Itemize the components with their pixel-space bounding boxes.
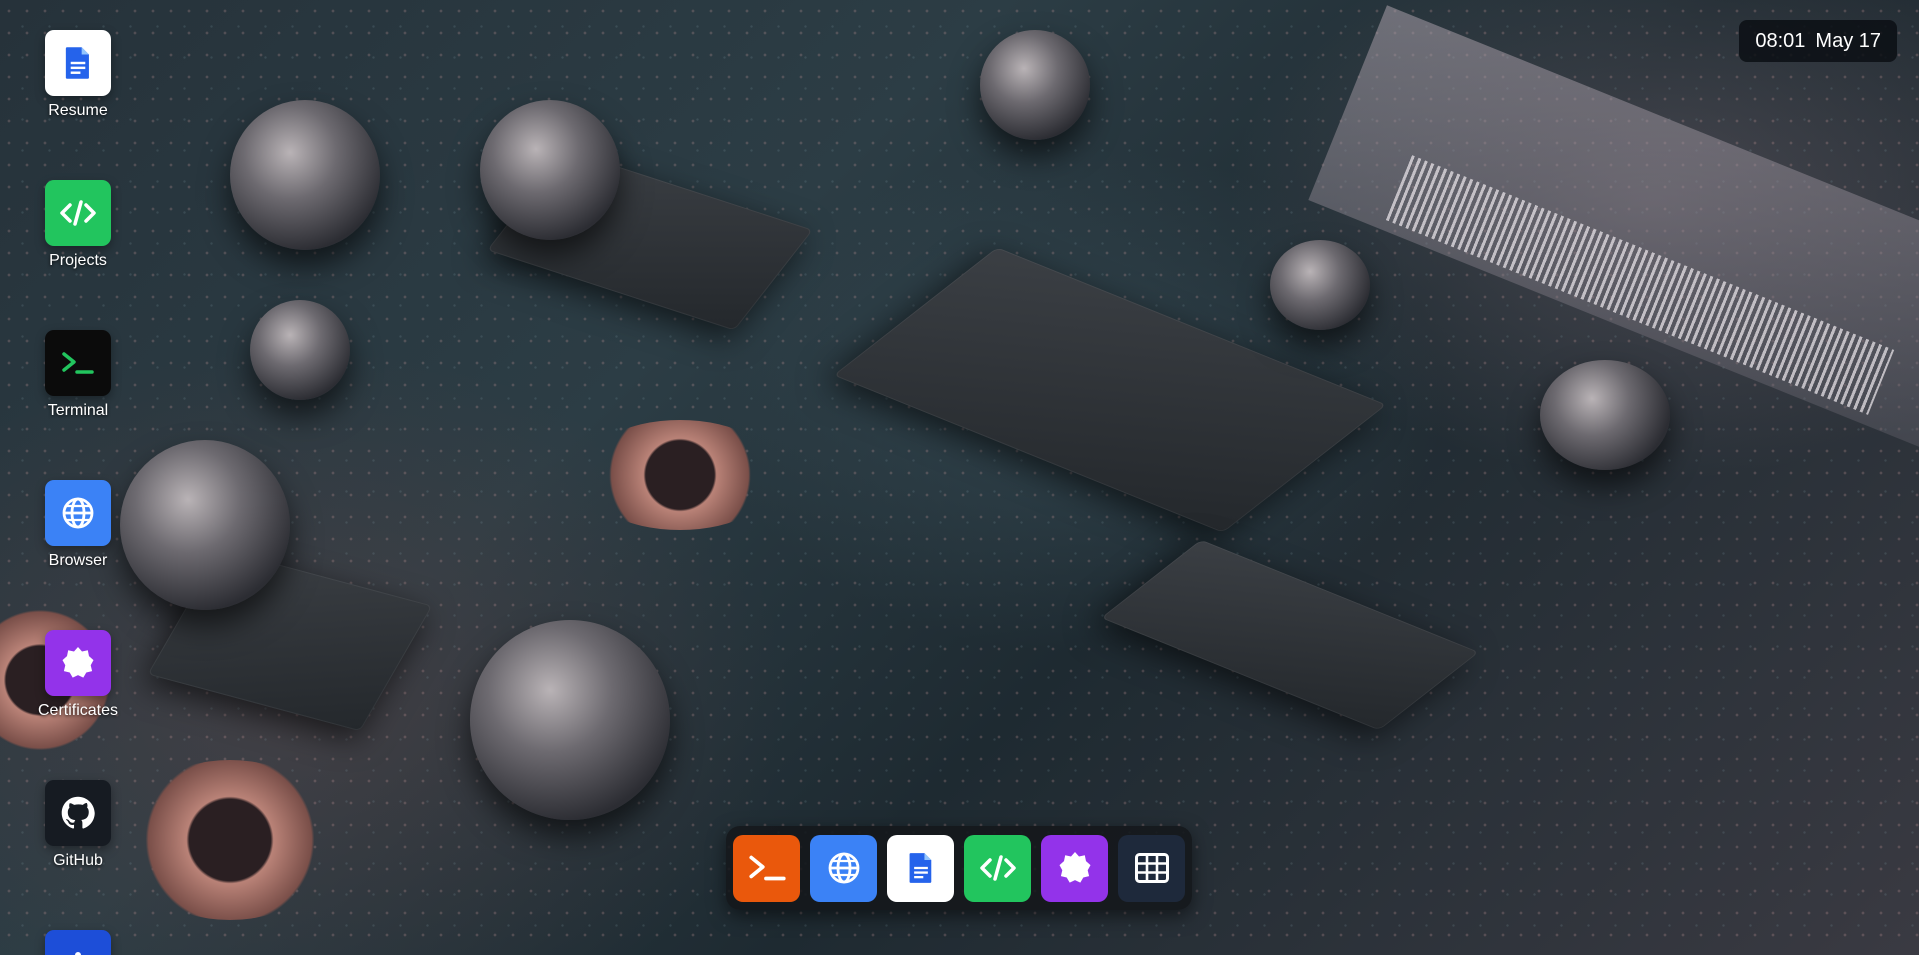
dock-item-browser[interactable] bbox=[810, 834, 877, 902]
desktop-icon-certificates[interactable]: Certificates bbox=[18, 630, 138, 720]
document-icon bbox=[909, 853, 931, 883]
desktop-icon-label: Certificates bbox=[37, 702, 119, 719]
dock bbox=[726, 826, 1192, 910]
dock-item-certificates[interactable] bbox=[1041, 834, 1108, 902]
terminal-icon bbox=[748, 855, 786, 881]
dock-item-terminal[interactable] bbox=[733, 834, 800, 902]
globe-icon bbox=[45, 480, 111, 546]
desktop-icon-projects[interactable]: Projects bbox=[18, 180, 138, 270]
system-clock[interactable]: 08:01 May 17 bbox=[1739, 20, 1897, 62]
badge-icon bbox=[1059, 852, 1090, 883]
code-icon bbox=[979, 855, 1016, 881]
desktop-icon-label: Resume bbox=[48, 102, 108, 119]
code-icon bbox=[45, 180, 111, 246]
badge-icon bbox=[45, 630, 111, 696]
desktop-icon-github[interactable]: GitHub bbox=[18, 780, 138, 870]
app-grid-icon bbox=[1134, 853, 1169, 883]
dock-item-resume[interactable] bbox=[887, 834, 954, 902]
clock-time: 08:01 bbox=[1755, 29, 1806, 52]
terminal-icon bbox=[45, 330, 111, 396]
globe-icon bbox=[828, 852, 859, 884]
partial-app-icon bbox=[45, 930, 111, 955]
desktop-icon-label: Terminal bbox=[47, 402, 109, 419]
desktop-icon-label: GitHub bbox=[53, 852, 103, 869]
desktop-icon-resume[interactable]: Resume bbox=[18, 30, 138, 120]
dock-item-projects[interactable] bbox=[964, 834, 1031, 902]
github-icon bbox=[45, 780, 111, 846]
clock-date: May 17 bbox=[1815, 29, 1881, 52]
desktop-icon-terminal[interactable]: Terminal bbox=[18, 330, 138, 420]
desktop-wallpaper bbox=[0, 0, 1919, 955]
desktop-icon-browser[interactable]: Browser bbox=[18, 480, 138, 570]
desktop-icon-partial[interactable] bbox=[18, 930, 138, 955]
dock-item-app-grid[interactable] bbox=[1118, 834, 1185, 902]
desktop-icon-label: Browser bbox=[48, 552, 108, 569]
document-icon bbox=[45, 30, 111, 96]
desktop-icon-label: Projects bbox=[49, 252, 107, 269]
